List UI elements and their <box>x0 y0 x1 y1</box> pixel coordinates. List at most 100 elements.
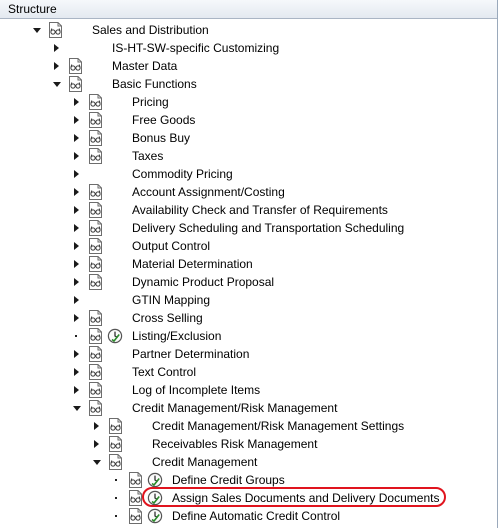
tree-node[interactable]: Credit Management/Risk Management Settin… <box>0 417 497 435</box>
expand-triangle-icon[interactable] <box>94 440 99 448</box>
expand-triangle-icon[interactable] <box>74 206 79 214</box>
expand-triangle-icon[interactable] <box>54 44 59 52</box>
documentation-icon[interactable] <box>108 454 123 470</box>
tree-node[interactable]: Text Control <box>0 363 497 381</box>
expand-triangle-icon[interactable] <box>74 314 79 322</box>
tree-node-label[interactable]: Bonus Buy <box>132 131 190 145</box>
documentation-icon[interactable] <box>68 58 83 74</box>
tree-node[interactable]: Dynamic Product Proposal <box>0 273 497 291</box>
documentation-icon[interactable] <box>88 130 103 146</box>
tree-node[interactable]: Credit Management/Risk Management <box>0 399 497 417</box>
tree-node[interactable]: Commodity Pricing <box>0 165 497 183</box>
tree-node[interactable]: Material Determination <box>0 255 497 273</box>
tree-node[interactable]: Cross Selling <box>0 309 497 327</box>
tree-node-label[interactable]: Receivables Risk Management <box>152 437 317 451</box>
expand-triangle-icon[interactable] <box>74 224 79 232</box>
tree-node-label[interactable]: Credit Management <box>152 455 257 469</box>
documentation-icon[interactable] <box>88 274 103 290</box>
expand-triangle-icon[interactable] <box>74 188 79 196</box>
tree-node-label[interactable]: Credit Management/Risk Management <box>132 401 337 415</box>
expand-triangle-icon[interactable] <box>74 134 79 142</box>
documentation-icon[interactable] <box>128 472 143 488</box>
tree-node[interactable]: Bonus Buy <box>0 129 497 147</box>
expand-triangle-icon[interactable] <box>74 242 79 250</box>
tree-node-label[interactable]: Define Credit Groups <box>172 473 285 487</box>
documentation-icon[interactable] <box>88 220 103 236</box>
expand-triangle-icon[interactable] <box>74 170 79 178</box>
expand-triangle-icon[interactable] <box>74 386 79 394</box>
tree-node-label[interactable]: Assign Sales Documents and Delivery Docu… <box>172 491 439 505</box>
tree-node[interactable]: Free Goods <box>0 111 497 129</box>
tree-node-label[interactable]: Taxes <box>132 149 163 163</box>
expand-triangle-icon[interactable] <box>94 422 99 430</box>
expand-triangle-icon[interactable] <box>74 350 79 358</box>
tree-node[interactable]: IS-HT-SW-specific Customizing <box>0 39 497 57</box>
expand-triangle-icon[interactable] <box>54 62 59 70</box>
expand-triangle-icon[interactable] <box>74 98 79 106</box>
documentation-icon[interactable] <box>88 238 103 254</box>
documentation-icon[interactable] <box>88 364 103 380</box>
tree-node[interactable]: Master Data <box>0 57 497 75</box>
expand-triangle-icon[interactable] <box>74 368 79 376</box>
documentation-icon[interactable] <box>88 346 103 362</box>
documentation-icon[interactable] <box>88 400 103 416</box>
collapse-triangle-icon[interactable] <box>33 28 41 33</box>
collapse-triangle-icon[interactable] <box>73 406 81 411</box>
execute-activity-icon[interactable] <box>107 328 123 344</box>
documentation-icon[interactable] <box>128 508 143 524</box>
documentation-icon[interactable] <box>68 76 83 92</box>
tree-node[interactable]: Credit Management <box>0 453 497 471</box>
tree-node-label[interactable]: Free Goods <box>132 113 195 127</box>
tree-node-label[interactable]: GTIN Mapping <box>132 293 210 307</box>
expand-triangle-icon[interactable] <box>74 296 79 304</box>
tree-node-label[interactable]: IS-HT-SW-specific Customizing <box>112 41 279 55</box>
expand-triangle-icon[interactable] <box>74 260 79 268</box>
documentation-icon[interactable] <box>88 94 103 110</box>
tree-node[interactable]: Basic Functions <box>0 75 497 93</box>
tree-node[interactable]: Define Automatic Credit Control <box>0 507 497 525</box>
documentation-icon[interactable] <box>88 382 103 398</box>
tree-node-label[interactable]: Text Control <box>132 365 196 379</box>
documentation-icon[interactable] <box>48 22 63 38</box>
expand-triangle-icon[interactable] <box>74 278 79 286</box>
tree-node[interactable]: Assign Sales Documents and Delivery Docu… <box>0 489 497 507</box>
tree-node-label[interactable]: Master Data <box>112 59 177 73</box>
tree-node-label[interactable]: Sales and Distribution <box>92 23 209 37</box>
tree-node-label[interactable]: Credit Management/Risk Management Settin… <box>152 419 404 433</box>
tree-node-label[interactable]: Account Assignment/Costing <box>132 185 285 199</box>
expand-triangle-icon[interactable] <box>74 152 79 160</box>
tree-node-label[interactable]: Basic Functions <box>112 77 197 91</box>
tree-node-label[interactable]: Commodity Pricing <box>132 167 233 181</box>
tree-node[interactable]: Taxes <box>0 147 497 165</box>
collapse-triangle-icon[interactable] <box>93 460 101 465</box>
tree-node[interactable]: Delivery Scheduling and Transportation S… <box>0 219 497 237</box>
documentation-icon[interactable] <box>88 184 103 200</box>
collapse-triangle-icon[interactable] <box>53 82 61 87</box>
documentation-icon[interactable] <box>128 490 143 506</box>
tree-node[interactable]: Define Credit Groups <box>0 471 497 489</box>
tree-node-label[interactable]: Material Determination <box>132 257 253 271</box>
documentation-icon[interactable] <box>88 328 103 344</box>
tree-node[interactable]: Availability Check and Transfer of Requi… <box>0 201 497 219</box>
tree-node[interactable]: Output Control <box>0 237 497 255</box>
tree-node-label[interactable]: Availability Check and Transfer of Requi… <box>132 203 388 217</box>
tree-node[interactable]: Sales and Distribution <box>0 21 497 39</box>
documentation-icon[interactable] <box>88 148 103 164</box>
tree-node-label[interactable]: Log of Incomplete Items <box>132 383 260 397</box>
documentation-icon[interactable] <box>108 436 123 452</box>
tree-node[interactable]: Listing/Exclusion <box>0 327 497 345</box>
tree-node[interactable]: GTIN Mapping <box>0 291 497 309</box>
tree-node-label[interactable]: Partner Determination <box>132 347 249 361</box>
execute-activity-icon[interactable] <box>147 472 163 488</box>
tree-node-label[interactable]: Pricing <box>132 95 169 109</box>
execute-activity-icon[interactable] <box>147 490 163 506</box>
tree-node-label[interactable]: Listing/Exclusion <box>132 329 221 343</box>
tree-node-label[interactable]: Define Automatic Credit Control <box>172 509 340 523</box>
documentation-icon[interactable] <box>88 112 103 128</box>
tree-node-label[interactable]: Output Control <box>132 239 210 253</box>
documentation-icon[interactable] <box>108 418 123 434</box>
tree-node-label[interactable]: Delivery Scheduling and Transportation S… <box>132 221 404 235</box>
documentation-icon[interactable] <box>88 202 103 218</box>
documentation-icon[interactable] <box>88 310 103 326</box>
documentation-icon[interactable] <box>88 256 103 272</box>
